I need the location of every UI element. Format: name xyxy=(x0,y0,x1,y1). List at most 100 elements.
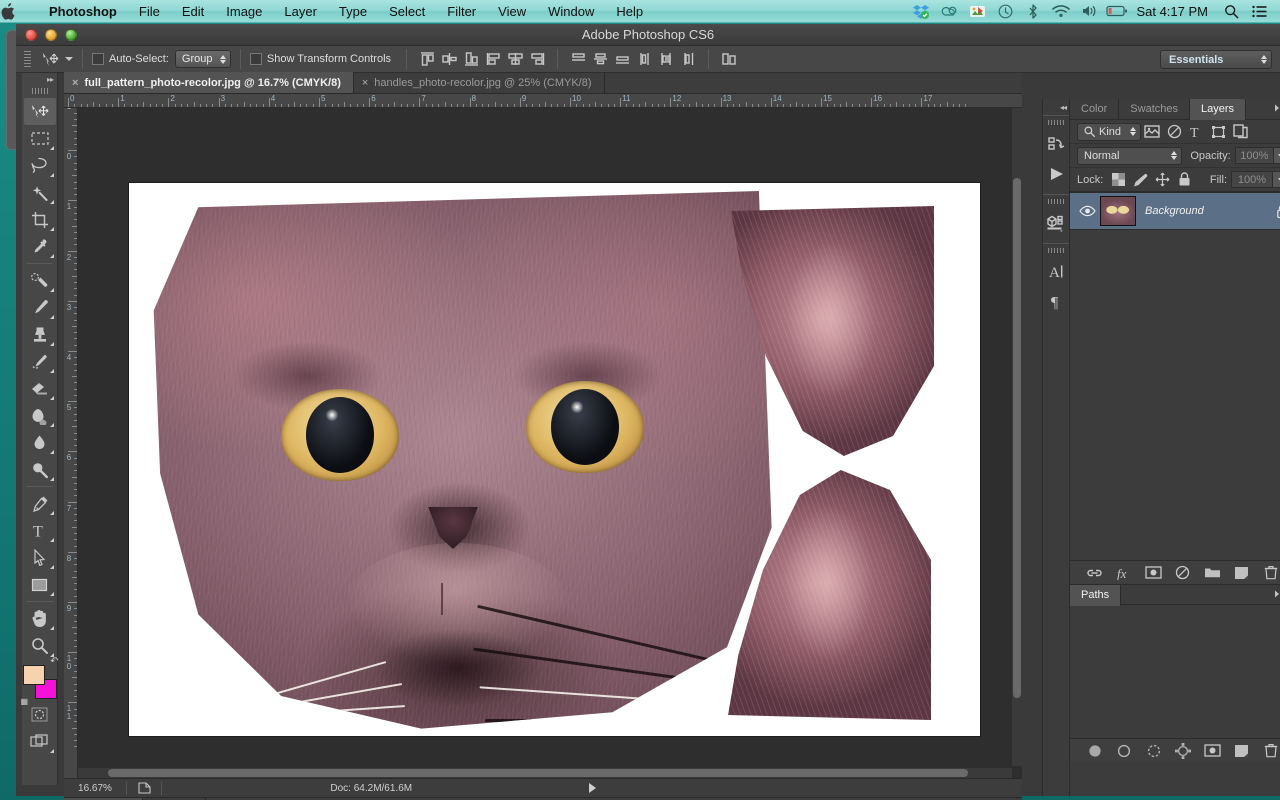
align-bottom-edges-icon[interactable] xyxy=(460,49,482,69)
distribute-horizontal-centers-icon[interactable] xyxy=(655,49,677,69)
menu-type[interactable]: Type xyxy=(328,0,378,23)
eyedropper-tool[interactable] xyxy=(24,233,56,260)
expand-arrow-icon[interactable] xyxy=(588,783,596,793)
wifi-icon[interactable] xyxy=(1048,0,1074,23)
menu-window[interactable]: Window xyxy=(537,0,605,23)
tools-panel-grip[interactable] xyxy=(31,88,48,94)
spot-healing-brush-tool[interactable] xyxy=(24,267,56,294)
menu-photoshop[interactable]: Photoshop xyxy=(38,0,128,23)
menu-file[interactable]: File xyxy=(128,0,171,23)
history-brush-tool[interactable] xyxy=(24,348,56,375)
new-adjustment-layer-icon[interactable] xyxy=(1172,564,1194,582)
hand-tool[interactable] xyxy=(24,605,56,632)
panel-group-grip[interactable] xyxy=(1048,248,1064,253)
menu-filter[interactable]: Filter xyxy=(436,0,487,23)
bluetooth-icon[interactable] xyxy=(1020,0,1046,23)
actions-panel-icon[interactable] xyxy=(1043,159,1069,189)
align-vertical-centers-icon[interactable] xyxy=(438,49,460,69)
brush-tool[interactable] xyxy=(24,294,56,321)
rectangle-tool[interactable] xyxy=(24,571,56,598)
scrollbar-thumb[interactable] xyxy=(108,769,968,777)
search-icon[interactable] xyxy=(1218,0,1244,23)
minimize-button[interactable] xyxy=(45,28,57,41)
stroke-path-icon[interactable] xyxy=(1113,742,1135,760)
vertical-ruler[interactable]: 101234567891 01 1 xyxy=(64,108,78,778)
3d-panel-icon[interactable] xyxy=(1043,208,1069,238)
lock-icon[interactable] xyxy=(1276,204,1280,219)
delete-path-icon[interactable] xyxy=(1260,742,1280,760)
add-layer-mask-icon[interactable] xyxy=(1201,742,1223,760)
swap-colors-icon[interactable]: ↶ xyxy=(50,656,58,667)
character-panel-icon[interactable]: A xyxy=(1043,257,1069,287)
load-path-as-selection-icon[interactable] xyxy=(1143,742,1165,760)
battery-icon[interactable] xyxy=(1104,0,1130,23)
creative-cloud-icon[interactable] xyxy=(936,0,962,23)
screen-mode-button[interactable] xyxy=(24,728,56,755)
scrollbar-thumb[interactable] xyxy=(1013,178,1021,698)
paths-list-empty-area[interactable] xyxy=(1070,605,1280,738)
align-left-edges-icon[interactable] xyxy=(482,49,504,69)
path-selection-tool[interactable] xyxy=(24,544,56,571)
opacity-value[interactable]: 100% xyxy=(1234,147,1274,164)
menu-image[interactable]: Image xyxy=(215,0,273,23)
tab-swatches[interactable]: Swatches xyxy=(1119,99,1190,120)
horizontal-ruler[interactable]: 0 1 2 3 4 5 6 7 8 9 10 11 12 13 14 15 16 17 xyxy=(64,94,1022,108)
menu-layer[interactable]: Layer xyxy=(273,0,328,23)
canvas-horizontal-scrollbar[interactable] xyxy=(78,768,1012,778)
distribute-vertical-centers-icon[interactable] xyxy=(589,49,611,69)
tools-collapse-button[interactable]: ▸▸ xyxy=(22,73,57,86)
layers-list-empty-area[interactable] xyxy=(1070,230,1280,560)
lasso-tool[interactable] xyxy=(24,152,56,179)
distribute-right-edges-icon[interactable] xyxy=(677,49,699,69)
tool-preset-chevron-down-icon[interactable] xyxy=(65,57,73,61)
filter-type-icon[interactable]: T xyxy=(1185,123,1207,141)
gradient-tool[interactable] xyxy=(24,402,56,429)
panel-menu-icon[interactable] xyxy=(1275,589,1280,602)
layer-name[interactable]: Background xyxy=(1145,205,1276,217)
filter-smart-object-icon[interactable] xyxy=(1229,123,1251,141)
zoom-tool[interactable] xyxy=(24,632,56,659)
layer-thumbnail[interactable] xyxy=(1100,196,1136,226)
volume-icon[interactable] xyxy=(1076,0,1102,23)
delete-layer-icon[interactable] xyxy=(1260,564,1280,582)
panel-menu-icon[interactable] xyxy=(1275,103,1280,116)
crop-tool[interactable] xyxy=(24,206,56,233)
link-layers-icon[interactable] xyxy=(1084,564,1106,582)
distribute-left-edges-icon[interactable] xyxy=(633,49,655,69)
distribute-top-edges-icon[interactable] xyxy=(567,49,589,69)
new-path-icon[interactable] xyxy=(1231,742,1253,760)
apple-icon[interactable] xyxy=(0,2,38,20)
layer-row-background[interactable]: Background xyxy=(1070,192,1280,230)
auto-select-dropdown[interactable]: Group xyxy=(174,50,231,68)
pen-tool[interactable] xyxy=(24,490,56,517)
zoom-button[interactable] xyxy=(65,28,77,41)
options-bar-grip[interactable] xyxy=(24,50,31,68)
canvas-area[interactable] xyxy=(78,108,1022,778)
lock-position-icon[interactable] xyxy=(1151,171,1173,189)
close-button[interactable] xyxy=(25,28,37,41)
eraser-tool[interactable] xyxy=(24,375,56,402)
clone-stamp-tool[interactable] xyxy=(24,321,56,348)
zoom-level[interactable]: 16.67% xyxy=(64,783,126,794)
panel-group-grip[interactable] xyxy=(1048,120,1064,125)
close-icon[interactable]: × xyxy=(72,77,78,89)
align-top-edges-icon[interactable] xyxy=(416,49,438,69)
quick-mask-button[interactable] xyxy=(24,701,56,728)
fill-path-icon[interactable] xyxy=(1084,742,1106,760)
collapse-panels-icon[interactable]: ◂◂ xyxy=(1043,99,1069,115)
workspace-selector[interactable]: Essentials xyxy=(1160,50,1272,69)
lock-all-icon[interactable] xyxy=(1173,171,1195,189)
add-layer-mask-icon[interactable] xyxy=(1143,564,1165,582)
add-layer-style-icon[interactable]: fx xyxy=(1113,564,1135,582)
filter-adjustment-icon[interactable] xyxy=(1163,123,1185,141)
align-horizontal-centers-icon[interactable] xyxy=(504,49,526,69)
move-tool[interactable] xyxy=(23,98,56,125)
move-tool-icon[interactable] xyxy=(37,49,63,69)
new-group-icon[interactable] xyxy=(1201,564,1223,582)
menu-edit[interactable]: Edit xyxy=(171,0,215,23)
menu-help[interactable]: Help xyxy=(605,0,654,23)
tab-layers[interactable]: Layers xyxy=(1190,99,1247,120)
document-tab-handles[interactable]: × handles_photo-recolor.jpg @ 25% (CMYK/… xyxy=(354,72,605,93)
magic-wand-tool[interactable] xyxy=(24,179,56,206)
document-tab-full-pattern[interactable]: × full_pattern_photo-recolor.jpg @ 16.7%… xyxy=(64,72,354,93)
